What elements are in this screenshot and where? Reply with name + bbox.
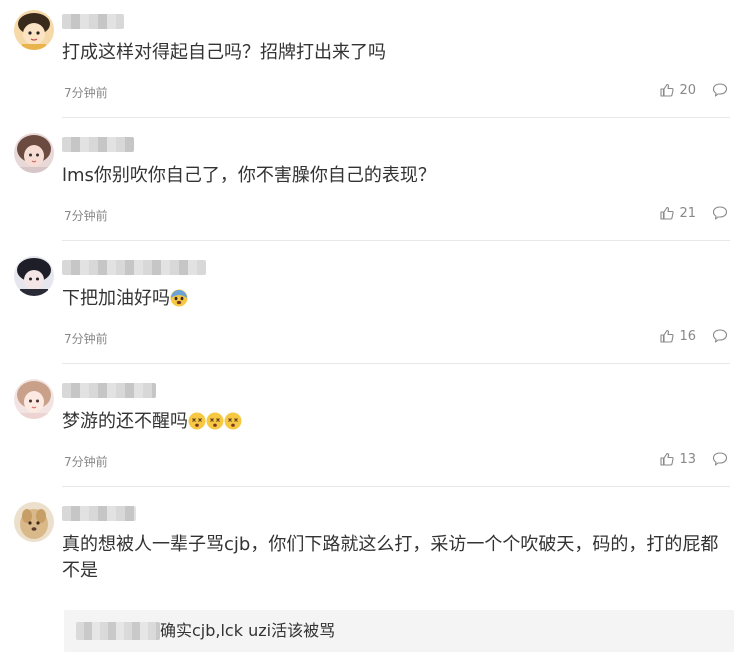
dizzy-face-emoji [206, 412, 224, 430]
comment-time: 7分钟前 [64, 332, 108, 346]
comment-actions: 16 [659, 328, 728, 344]
reply-text: 确实cjb,lck uzi活该被骂 [160, 621, 336, 640]
comment-list: 打成这样对得起自己吗？招牌打出来了吗 7分钟前 20 lms你别吹你自己了，你不… [0, 0, 739, 654]
comment-time: 7分钟前 [64, 455, 108, 469]
like-button[interactable]: 13 [659, 451, 696, 467]
reply-button[interactable] [712, 451, 728, 467]
thumbs-up-icon [660, 329, 675, 343]
thumbs-up-icon [660, 452, 675, 466]
comment-text: lms你别吹你自己了，你不害臊你自己的表现？ [62, 165, 436, 186]
comment-actions: 20 [659, 82, 728, 98]
reply-button[interactable] [712, 328, 728, 344]
username-blurred[interactable] [62, 14, 124, 29]
like-button[interactable]: 16 [659, 328, 696, 344]
like-button[interactable]: 21 [659, 205, 696, 221]
comment-item: 打成这样对得起自己吗？招牌打出来了吗 7分钟前 20 [0, 10, 739, 120]
divider [62, 486, 730, 487]
dizzy-face-emoji [224, 412, 242, 430]
comment-actions: 13 [659, 451, 728, 467]
avatar[interactable] [14, 502, 54, 542]
comment-actions: 21 [659, 205, 728, 221]
comment-item: 下把加油好吗 7分钟前 16 [0, 256, 739, 366]
comment-text: 打成这样对得起自己吗？招牌打出来了吗 [62, 42, 386, 63]
avatar[interactable] [14, 256, 54, 296]
comment-time: 7分钟前 [64, 86, 108, 100]
thumbs-up-icon [660, 206, 675, 220]
comment-text: 下把加油好吗 [62, 288, 170, 309]
comment-text: 真的想被人一辈子骂cjb，你们下路就这么打，采访一个个吹破天，码的，打的屁都不是 [62, 534, 719, 581]
username-blurred[interactable] [62, 260, 206, 275]
like-count: 13 [679, 451, 696, 467]
reply-username-blurred[interactable] [76, 622, 160, 640]
comment-bubble-icon [712, 452, 728, 466]
username-blurred[interactable] [62, 137, 134, 152]
avatar[interactable] [14, 10, 54, 50]
comment-item: lms你别吹你自己了，你不害臊你自己的表现？ 7分钟前 21 [0, 133, 739, 243]
thumbs-up-icon [660, 83, 675, 97]
comment-item: 梦游的还不醒吗 7分钟前 13 [0, 379, 739, 489]
like-button[interactable]: 20 [659, 82, 696, 98]
comment-text-line: 梦游的还不醒吗 [62, 409, 730, 435]
fearful-face-emoji [170, 289, 188, 307]
like-count: 16 [679, 328, 696, 344]
username-blurred[interactable] [62, 383, 156, 398]
like-count: 20 [679, 82, 696, 98]
comment-bubble-icon [712, 329, 728, 343]
like-count: 21 [679, 205, 696, 221]
comment-bubble-icon [712, 206, 728, 220]
reply-preview[interactable]: 确实cjb,lck uzi活该被骂 [64, 610, 734, 652]
comment-text: 梦游的还不醒吗 [62, 411, 188, 432]
comment-bubble-icon [712, 83, 728, 97]
reply-button[interactable] [712, 205, 728, 221]
comment-item: 真的想被人一辈子骂cjb，你们下路就这么打，采访一个个吹破天，码的，打的屁都不是… [0, 502, 739, 654]
comment-text-line: 下把加油好吗 [62, 286, 730, 312]
avatar[interactable] [14, 379, 54, 419]
dizzy-face-emoji [188, 412, 206, 430]
divider [62, 363, 730, 364]
avatar[interactable] [14, 133, 54, 173]
comment-time: 7分钟前 [64, 209, 108, 223]
divider [62, 240, 730, 241]
reply-button[interactable] [712, 82, 728, 98]
username-blurred[interactable] [62, 506, 136, 521]
divider [62, 117, 730, 118]
